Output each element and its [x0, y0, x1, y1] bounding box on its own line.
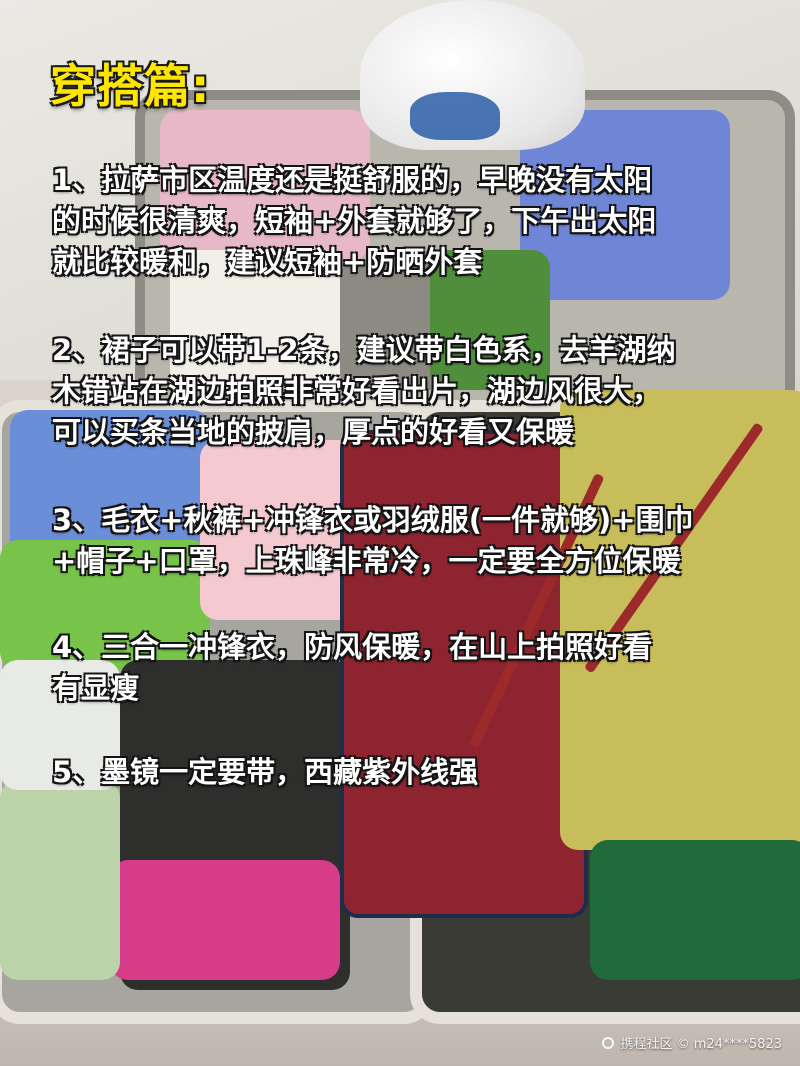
tip-4: 4、三合一冲锋衣，防风保暖，在山上拍照好看 有显瘦 [52, 630, 653, 705]
text-overlay: 穿搭篇: 1、拉萨市区温度还是挺舒服的，早晚没有太阳 的时候很清爽，短袖+外套就… [0, 0, 800, 1066]
watermark-text: 携程社区 © m24****5823 [620, 1037, 782, 1052]
watermark: 携程社区 © m24****5823 [602, 1033, 782, 1052]
post-title: 穿搭篇: [50, 59, 211, 113]
ctrip-logo-icon [602, 1036, 615, 1049]
tip-5: 5、墨镜一定要带，西藏紫外线强 [52, 755, 479, 789]
tip-3: 3、毛衣+秋裤+冲锋衣或羽绒服(一件就够)+围巾 +帽子+口罩，上珠峰非常冷，一… [52, 503, 694, 578]
tip-2: 2、裙子可以带1-2条，建议带白色系，去羊湖纳 木错站在湖边拍照非常好看出片，湖… [52, 333, 676, 449]
tip-1: 1、拉萨市区温度还是挺舒服的，早晚没有太阳 的时候很清爽，短袖+外套就够了，下午… [52, 163, 657, 279]
